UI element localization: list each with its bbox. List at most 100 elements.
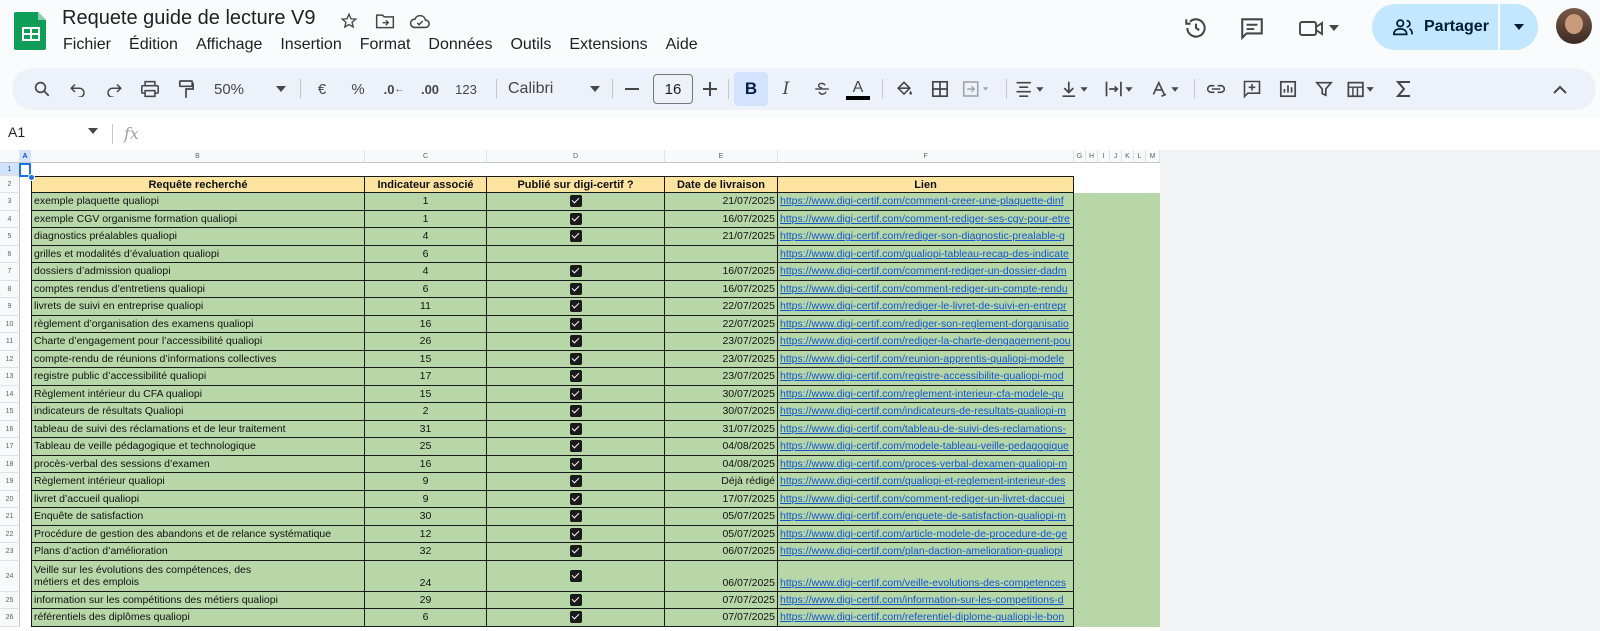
indicator-cell[interactable]: 6 [365, 280, 487, 298]
search-menus-icon[interactable] [28, 75, 56, 103]
indicator-cell[interactable]: 16 [365, 315, 487, 333]
column-header-h[interactable]: H [1086, 150, 1098, 163]
delivery-date-cell[interactable]: 06/07/2025 [665, 543, 778, 561]
star-icon[interactable] [337, 9, 361, 33]
column-header-d[interactable]: D [487, 150, 665, 163]
column-header-a[interactable]: A [20, 150, 31, 163]
text-wrapping-icon[interactable] [1104, 75, 1136, 103]
percent-format-button[interactable]: % [344, 75, 372, 103]
column-header-b[interactable]: B [31, 150, 365, 163]
link-cell[interactable]: https://www.digi-certif.com/qualiopi-et-… [778, 473, 1074, 491]
menu-edition[interactable]: Édition [120, 34, 187, 56]
delivery-date-cell[interactable]: 16/07/2025 [665, 263, 778, 281]
checkbox-checked-icon[interactable] [569, 422, 582, 435]
query-cell[interactable]: exemple plaquette qualiopi [31, 193, 365, 211]
meet-video-icon[interactable] [1296, 12, 1328, 44]
indicator-cell[interactable]: 31 [365, 420, 487, 438]
share-dropdown-icon[interactable] [1500, 4, 1538, 50]
checkbox-checked-icon[interactable] [569, 335, 582, 348]
checkbox-checked-icon[interactable] [569, 317, 582, 330]
delivery-date-cell[interactable]: 16/07/2025 [665, 280, 778, 298]
checkbox-checked-icon[interactable] [569, 440, 582, 453]
link-cell[interactable]: https://www.digi-certif.com/veille-evolu… [778, 560, 1074, 592]
published-cell[interactable] [487, 385, 665, 403]
row-header[interactable]: 18 [0, 455, 20, 473]
move-folder-icon[interactable] [373, 9, 397, 33]
link-cell[interactable]: https://www.digi-certif.com/rediger-la-c… [778, 333, 1074, 351]
insert-comment-icon[interactable] [1238, 75, 1266, 103]
menu-insertion[interactable]: Insertion [271, 34, 350, 56]
column-header-g[interactable]: G [1074, 150, 1086, 163]
row-header[interactable]: 4 [0, 210, 20, 228]
checkbox-checked-icon[interactable] [569, 265, 582, 278]
link-cell[interactable]: https://www.digi-certif.com/rediger-son-… [778, 228, 1074, 246]
menu-donnees[interactable]: Données [419, 34, 501, 56]
name-box-dropdown-icon[interactable] [88, 126, 98, 137]
delivery-date-cell[interactable]: 21/07/2025 [665, 193, 778, 211]
delivery-date-cell[interactable]: 16/07/2025 [665, 210, 778, 228]
checkbox-checked-icon[interactable] [569, 611, 582, 624]
delivery-date-cell[interactable]: 04/08/2025 [665, 455, 778, 473]
published-cell[interactable] [487, 420, 665, 438]
italic-button[interactable]: I [772, 75, 800, 103]
font-size-decrease-icon[interactable] [618, 75, 646, 103]
functions-icon[interactable] [1390, 75, 1418, 103]
indicator-cell[interactable]: 2 [365, 403, 487, 421]
paint-format-icon[interactable] [172, 75, 200, 103]
row-header[interactable]: 17 [0, 438, 20, 456]
query-cell[interactable]: Règlement intérieur qualiopi [31, 473, 365, 491]
indicator-cell[interactable]: 16 [365, 455, 487, 473]
published-cell[interactable] [487, 490, 665, 508]
comments-icon[interactable] [1236, 12, 1268, 44]
indicator-cell[interactable]: 1 [365, 193, 487, 211]
delivery-date-cell[interactable]: 07/07/2025 [665, 591, 778, 609]
indicator-cell[interactable]: 30 [365, 508, 487, 526]
published-cell[interactable] [487, 591, 665, 609]
horizontal-align-icon[interactable] [1014, 75, 1046, 103]
indicator-cell[interactable]: 15 [365, 350, 487, 368]
indicator-cell[interactable]: 1 [365, 210, 487, 228]
row-header[interactable]: 2 [0, 176, 20, 193]
query-cell[interactable]: Enquête de satisfaction [31, 508, 365, 526]
delivery-date-cell[interactable] [665, 245, 778, 263]
increase-decimal-button[interactable]: .00 [416, 75, 444, 103]
menu-extensions[interactable]: Extensions [560, 34, 656, 56]
query-cell[interactable]: procès-verbal des sessions d’examen [31, 455, 365, 473]
checkbox-checked-icon[interactable] [569, 569, 582, 582]
row-header[interactable]: 12 [0, 350, 20, 368]
published-cell[interactable] [487, 263, 665, 281]
query-cell[interactable]: Veille sur les évolutions des compétence… [31, 560, 365, 592]
delivery-date-cell[interactable]: 17/07/2025 [665, 490, 778, 508]
delivery-date-cell[interactable]: 06/07/2025 [665, 560, 778, 592]
text-rotation-icon[interactable] [1150, 75, 1182, 103]
zoom-select[interactable]: 50% [210, 75, 290, 103]
link-cell[interactable]: https://www.digi-certif.com/qualiopi-tab… [778, 245, 1074, 263]
column-header-j[interactable]: J [1110, 150, 1122, 163]
link-cell[interactable]: https://www.digi-certif.com/article-mode… [778, 525, 1074, 543]
checkbox-checked-icon[interactable] [569, 475, 582, 488]
insert-chart-icon[interactable] [1274, 75, 1302, 103]
published-cell[interactable] [487, 350, 665, 368]
checkbox-checked-icon[interactable] [569, 527, 582, 540]
delivery-date-cell[interactable]: 23/07/2025 [665, 333, 778, 351]
checkbox-checked-icon[interactable] [569, 300, 582, 313]
link-cell[interactable]: https://www.digi-certif.com/plan-daction… [778, 543, 1074, 561]
row-header[interactable]: 23 [0, 543, 20, 561]
menu-format[interactable]: Format [351, 34, 420, 56]
link-cell[interactable]: https://www.digi-certif.com/rediger-le-l… [778, 298, 1074, 316]
row-header[interactable]: 5 [0, 228, 20, 246]
query-cell[interactable]: livrets de suivi en entreprise qualiopi [31, 298, 365, 316]
indicator-cell[interactable]: 6 [365, 245, 487, 263]
query-cell[interactable]: compte-rendu de réunions d’informations … [31, 350, 365, 368]
link-cell[interactable]: https://www.digi-certif.com/modele-table… [778, 438, 1074, 456]
indicator-cell[interactable]: 25 [365, 438, 487, 456]
strikethrough-icon[interactable] [808, 75, 836, 103]
delivery-date-cell[interactable]: Déjà rédigé [665, 473, 778, 491]
published-cell[interactable] [487, 543, 665, 561]
checkbox-checked-icon[interactable] [569, 387, 582, 400]
menu-outils[interactable]: Outils [501, 34, 560, 56]
currency-format-button[interactable]: € [308, 75, 336, 103]
link-cell[interactable]: https://www.digi-certif.com/rediger-son-… [778, 315, 1074, 333]
row-header[interactable]: 19 [0, 473, 20, 491]
checkbox-checked-icon[interactable] [569, 282, 582, 295]
